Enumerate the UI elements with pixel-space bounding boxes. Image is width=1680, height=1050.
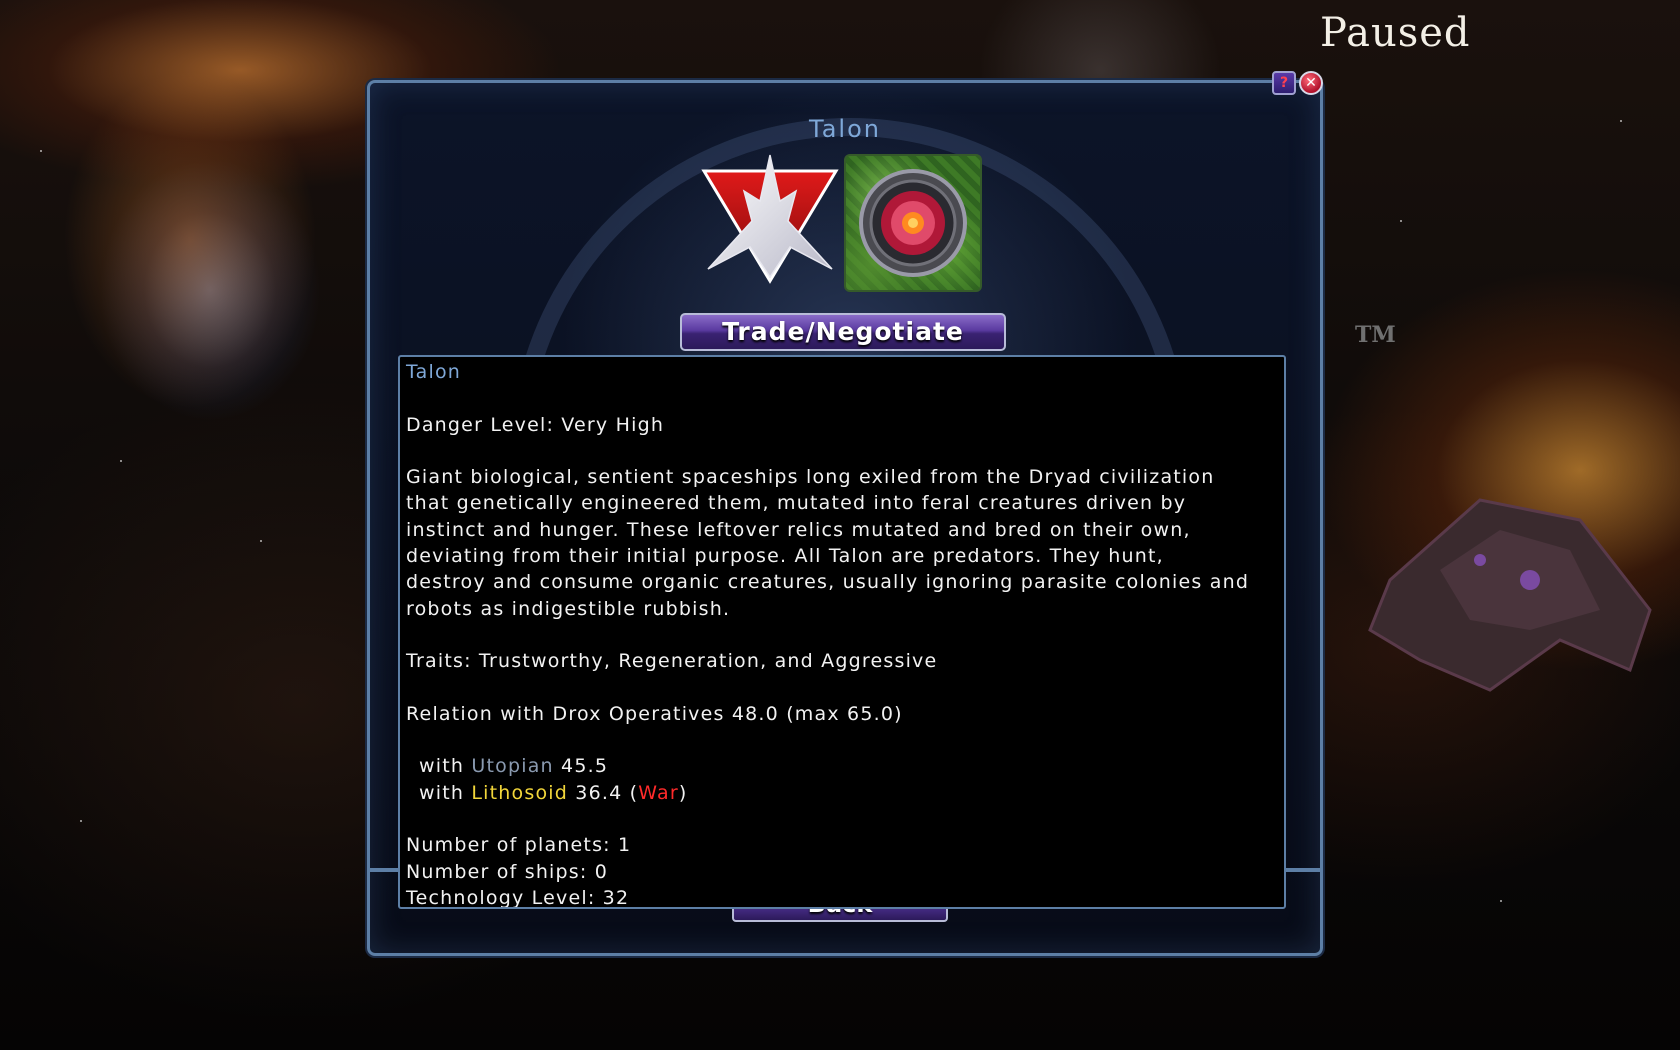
- tech-level-text: Technology Level: 32: [406, 886, 630, 909]
- help-icon: ?: [1279, 75, 1289, 91]
- background-star: [1500, 900, 1502, 902]
- traits-text: Traits: Trustworthy, Regeneration, and A…: [406, 650, 938, 673]
- talon-emblem-icon: [701, 154, 839, 284]
- close-button[interactable]: ✕: [1299, 71, 1323, 95]
- relation-close-paren: ): [678, 781, 688, 804]
- description-line: destroy and consume organic creatures, u…: [406, 571, 1250, 594]
- background-star: [40, 150, 42, 152]
- trademark-mark: TM: [1355, 322, 1396, 348]
- description-line: that genetically engineered them, mutate…: [406, 492, 1187, 515]
- game-background: Paused TM ? ✕ Talon Trade/Negotiate Talo…: [0, 0, 1680, 1050]
- talon-portrait-image: [844, 154, 982, 292]
- paused-status-label: Paused: [1320, 10, 1471, 56]
- background-star: [1620, 120, 1622, 122]
- ships-count-text: Number of ships: 0: [406, 860, 609, 883]
- dialog-title: Talon: [809, 115, 881, 143]
- close-icon: ✕: [1305, 75, 1317, 91]
- planets-count-text: Number of planets: 1: [406, 834, 632, 857]
- trade-negotiate-button[interactable]: Trade/Negotiate: [680, 313, 1006, 351]
- relation-status: War: [638, 781, 679, 804]
- relation-prefix: with: [419, 781, 465, 804]
- relation-open-paren: (: [629, 781, 639, 804]
- race-name: Talon: [406, 361, 462, 383]
- description-line: Giant biological, sentient spaceships lo…: [406, 466, 1215, 489]
- relation-value: 36.4: [575, 781, 623, 804]
- relation-row-lithosoid: with Lithosoid 36.4 (War): [406, 780, 1284, 806]
- help-button[interactable]: ?: [1272, 71, 1296, 95]
- background-star: [120, 460, 122, 462]
- relation-prefix: with: [419, 755, 465, 778]
- relation-value: 45.5: [561, 755, 609, 778]
- background-star: [260, 540, 262, 542]
- relation-race-name: Utopian: [471, 755, 554, 778]
- background-star: [1400, 220, 1402, 222]
- relation-race-name: Lithosoid: [471, 781, 569, 804]
- relation-text: Relation with Drox Operatives 48.0 (max …: [406, 702, 903, 725]
- danger-level-text: Danger Level: Very High: [406, 413, 665, 436]
- description-line: deviating from their initial purpose. Al…: [406, 545, 1164, 568]
- relation-row-utopian: with Utopian 45.5: [406, 753, 1284, 779]
- faction-info-text-panel: Talon Danger Level: Very High Giant biol…: [398, 355, 1286, 909]
- description-line: instinct and hunger. These leftover reli…: [406, 518, 1191, 541]
- description-line: robots as indigestible rubbish.: [406, 597, 731, 620]
- background-ship-art: [1368, 498, 1652, 692]
- background-star: [80, 820, 82, 822]
